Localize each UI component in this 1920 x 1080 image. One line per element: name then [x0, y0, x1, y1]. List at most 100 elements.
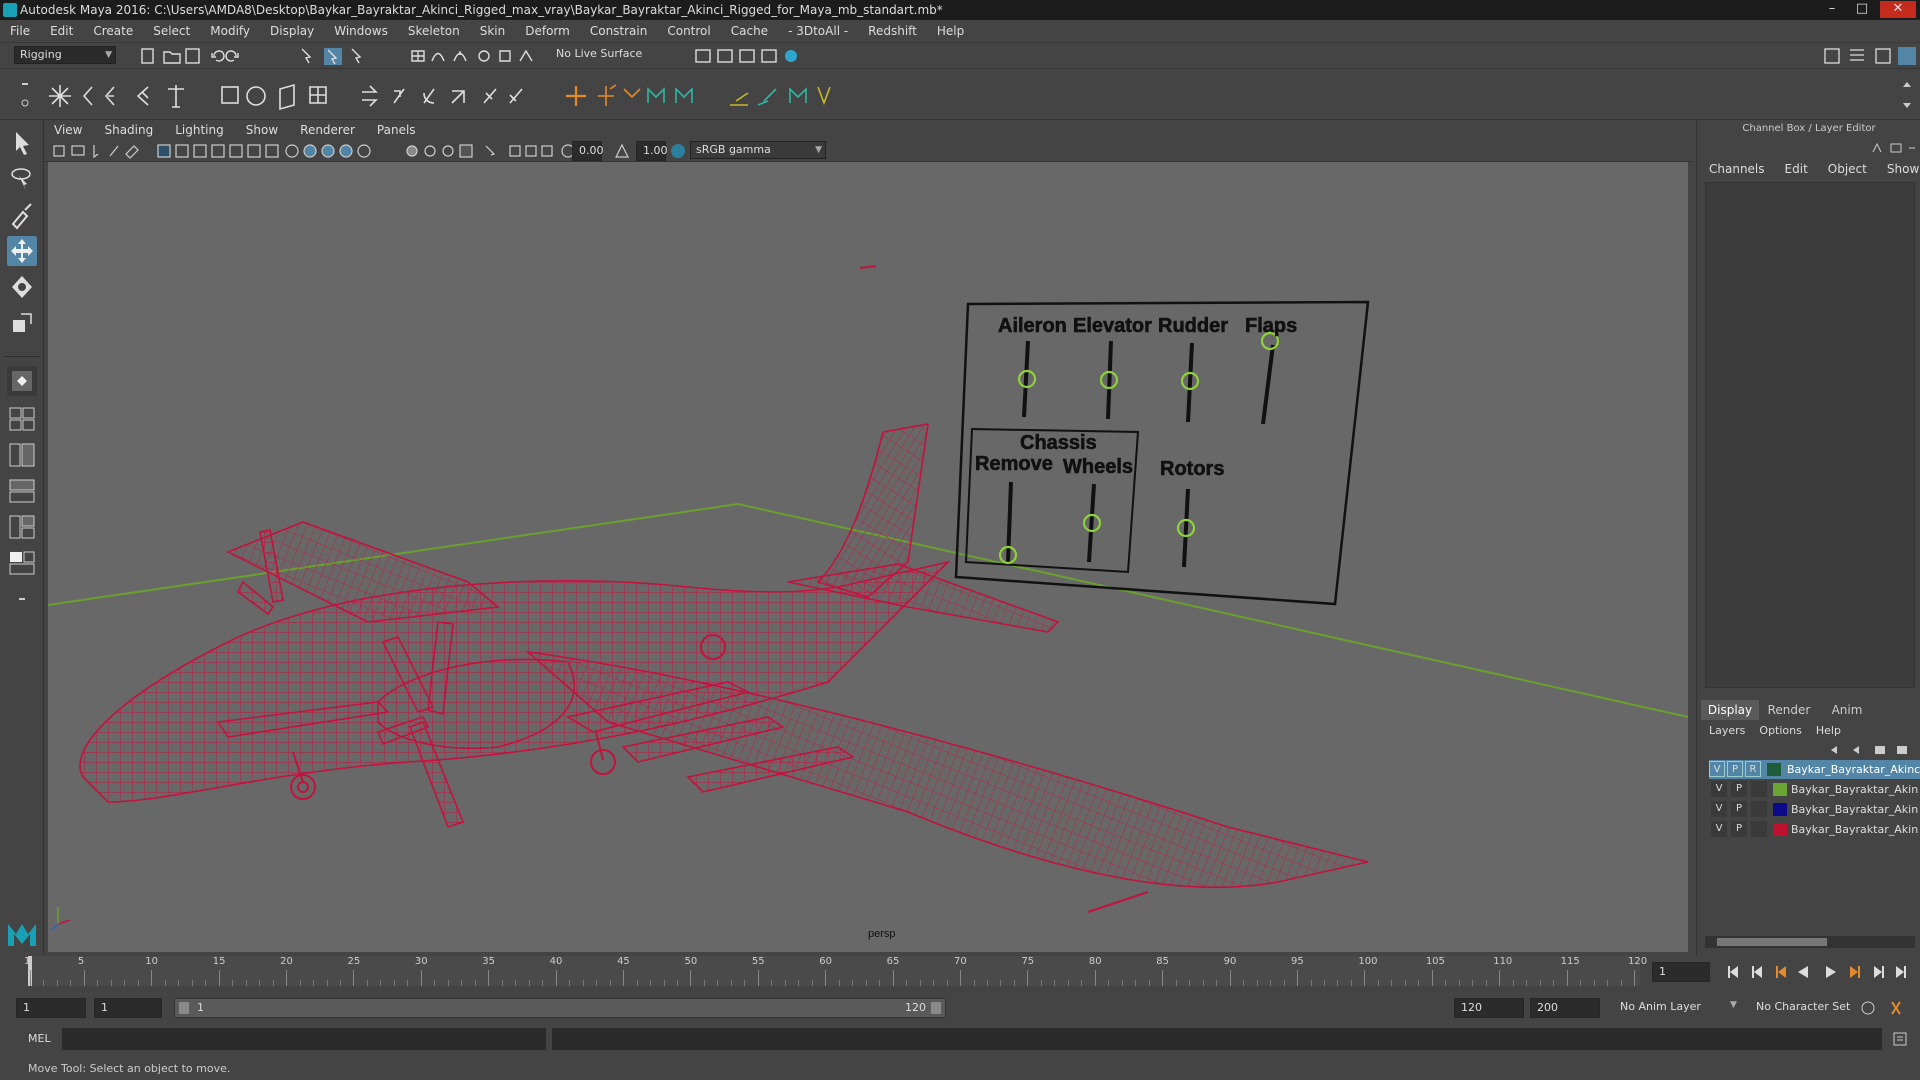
menu-skin[interactable]: Skin — [480, 24, 506, 38]
layer-action-icons[interactable] — [1827, 742, 1917, 758]
layer-color-swatch[interactable] — [1767, 763, 1781, 776]
layer-reference-toggle[interactable] — [1751, 821, 1767, 837]
layer-playback-toggle[interactable]: P — [1731, 781, 1747, 797]
layer-visibility-toggle[interactable]: V — [1711, 781, 1727, 797]
menu-help[interactable]: Help — [937, 24, 964, 38]
layer-reference-toggle[interactable] — [1751, 801, 1767, 817]
animation-start-field[interactable]: 1 — [16, 998, 86, 1018]
tab-anim[interactable]: Anim — [1819, 700, 1875, 720]
layer-menu-layers[interactable]: Layers — [1709, 724, 1745, 737]
channel-box-menu-object[interactable]: Object — [1828, 162, 1867, 176]
rotate-tool-icon[interactable] — [7, 272, 37, 302]
layer-menu-options[interactable]: Options — [1759, 724, 1801, 737]
layer-menu-help[interactable]: Help — [1816, 724, 1841, 737]
layer-row[interactable]: V P Baykar_Bayraktar_Akin — [1709, 820, 1920, 839]
viewport-menu-show[interactable]: Show — [246, 123, 278, 137]
playback-controls[interactable] — [1724, 962, 1914, 982]
range-start-handle[interactable] — [179, 1002, 189, 1014]
menu-modify[interactable]: Modify — [210, 24, 250, 38]
shelf-menu-icon[interactable] — [20, 79, 30, 113]
viewport-menu-shading[interactable]: Shading — [104, 123, 153, 137]
viewport-menu-view[interactable]: View — [54, 123, 82, 137]
layer-reference-toggle[interactable] — [1751, 781, 1767, 797]
menu-select[interactable]: Select — [153, 24, 190, 38]
select-tool-icon[interactable] — [7, 128, 37, 158]
menu-redshift[interactable]: Redshift — [868, 24, 917, 38]
paint-select-icon[interactable] — [7, 200, 37, 230]
lasso-tool-icon[interactable] — [7, 164, 37, 194]
menu-deform[interactable]: Deform — [525, 24, 570, 38]
toolbox-options-icon[interactable] — [7, 584, 37, 614]
layer-playback-toggle[interactable]: P — [1727, 761, 1743, 777]
range-slider[interactable]: 1 120 — [174, 998, 946, 1018]
mode-selector[interactable]: Rigging ▼ — [14, 46, 116, 64]
channel-box-menu-channels[interactable]: Channels — [1709, 162, 1765, 176]
time-slider[interactable]: 1 5 10 15 20 25 30 35 40 45 50 55 60 65 70 75 80 85 90 95 10… — [0, 956, 1920, 994]
layer-playback-toggle[interactable]: P — [1731, 801, 1747, 817]
rigging-shelf-tools[interactable] — [48, 79, 1048, 113]
single-perspective-layout-icon[interactable] — [7, 366, 37, 396]
minimize-button[interactable]: – — [1818, 1, 1846, 18]
layer-color-swatch[interactable] — [1773, 783, 1787, 796]
scale-tool-icon[interactable] — [7, 308, 37, 338]
script-editor-icon[interactable] — [1892, 1031, 1908, 1047]
playback-start-field[interactable]: 1 — [94, 998, 162, 1018]
command-input[interactable] — [62, 1028, 546, 1050]
character-set-dropdown[interactable]: No Character Set — [1756, 1000, 1866, 1013]
layer-horizontal-scrollbar[interactable] — [1705, 936, 1915, 948]
menu-3dtoall[interactable]: - 3DtoAll - — [788, 24, 848, 38]
tab-render[interactable]: Render — [1759, 700, 1819, 720]
gamma-field[interactable]: 1.00 — [636, 141, 668, 161]
layer-color-swatch[interactable] — [1773, 823, 1787, 836]
persp-graph-layout-icon[interactable] — [7, 476, 37, 506]
panel-toolbar-icons[interactable] — [50, 142, 710, 160]
current-frame-field[interactable]: 1 — [1652, 962, 1710, 982]
channel-list[interactable] — [1705, 182, 1915, 688]
close-button[interactable]: ✕ — [1880, 1, 1916, 18]
hypershade-layout-icon[interactable] — [7, 512, 37, 542]
viewport-3d[interactable]: Aileron Elevator Rudder Flaps Chassis Re… — [48, 162, 1688, 952]
anim-layer-dropdown[interactable]: No Anim Layer ▼ — [1620, 1000, 1738, 1013]
menu-skeleton[interactable]: Skeleton — [408, 24, 460, 38]
layer-reference-toggle[interactable]: R — [1745, 761, 1761, 777]
exposure-field[interactable]: 0.00 — [572, 141, 604, 161]
layer-row[interactable]: V P Baykar_Bayraktar_Akin — [1709, 800, 1920, 819]
menu-windows[interactable]: Windows — [334, 24, 388, 38]
playback-end-field[interactable]: 120 — [1454, 998, 1524, 1018]
menu-create[interactable]: Create — [93, 24, 133, 38]
color-space-dropdown[interactable]: sRGB gamma ▼ — [690, 141, 826, 159]
layer-color-swatch[interactable] — [1773, 803, 1787, 816]
tab-display[interactable]: Display — [1701, 700, 1759, 720]
maximize-button[interactable]: □ — [1848, 1, 1876, 18]
color-management-icon[interactable] — [670, 142, 686, 160]
persp-outliner-layout-icon[interactable] — [7, 440, 37, 470]
layer-visibility-toggle[interactable]: V — [1709, 761, 1725, 777]
range-end-handle[interactable] — [931, 1002, 941, 1014]
menu-edit[interactable]: Edit — [50, 24, 73, 38]
viewport-canvas[interactable]: Aileron Elevator Rudder Flaps Chassis Re… — [48, 162, 1688, 952]
menu-control[interactable]: Control — [667, 24, 710, 38]
layer-visibility-toggle[interactable]: V — [1711, 801, 1727, 817]
viewport-menu-renderer[interactable]: Renderer — [300, 123, 355, 137]
shelf-scroll-icon[interactable] — [1900, 77, 1914, 113]
channel-box-toggle-icons[interactable] — [1867, 140, 1917, 156]
menu-constrain[interactable]: Constrain — [590, 24, 648, 38]
persp-uv-layout-icon[interactable] — [7, 548, 37, 578]
time-slider-track[interactable]: 1 5 10 15 20 25 30 35 40 45 50 55 60 65 70 75 80 85 90 95 10… — [24, 956, 1647, 986]
layer-row[interactable]: V P R Baykar_Bayraktar_Akinci_l — [1709, 760, 1920, 779]
viewport-menu-panels[interactable]: Panels — [377, 123, 416, 137]
viewport-menu-lighting[interactable]: Lighting — [175, 123, 224, 137]
menu-cache[interactable]: Cache — [731, 24, 768, 38]
channel-box-menu-edit[interactable]: Edit — [1785, 162, 1808, 176]
layer-row[interactable]: V P Baykar_Bayraktar_Akin — [1709, 780, 1920, 799]
four-view-layout-icon[interactable] — [7, 404, 37, 434]
animation-end-field[interactable]: 200 — [1530, 998, 1600, 1018]
scrollbar-thumb[interactable] — [1717, 938, 1827, 946]
menu-display[interactable]: Display — [270, 24, 314, 38]
prefs-icons[interactable] — [1858, 998, 1914, 1018]
move-tool-icon[interactable] — [7, 236, 37, 266]
live-surface-field[interactable]: No Live Surface — [551, 46, 657, 64]
layer-playback-toggle[interactable]: P — [1731, 821, 1747, 837]
channel-box-menu-show[interactable]: Show — [1887, 162, 1919, 176]
layer-visibility-toggle[interactable]: V — [1711, 821, 1727, 837]
